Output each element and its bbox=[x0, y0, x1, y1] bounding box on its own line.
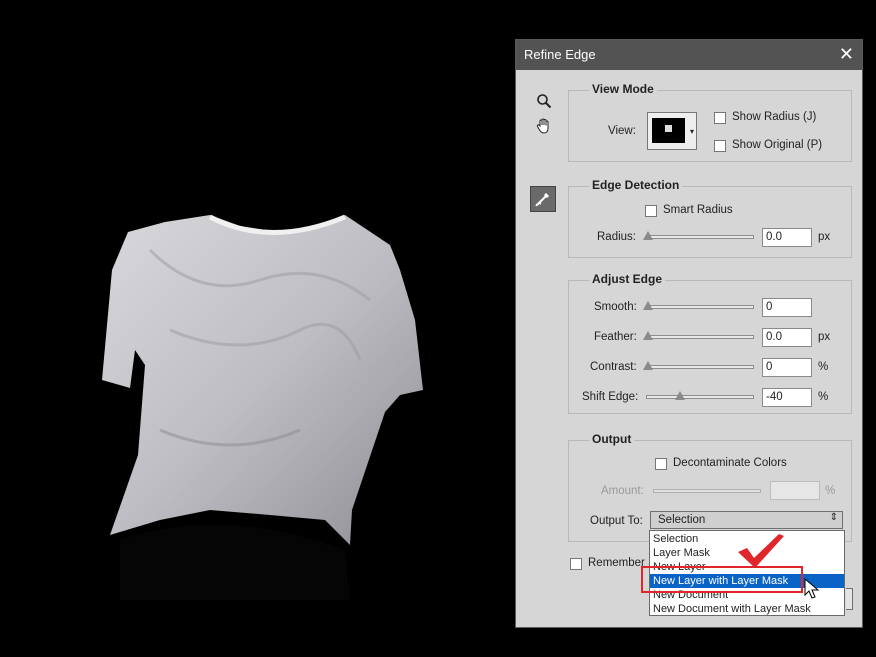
shift-edge-label: Shift Edge: bbox=[582, 391, 639, 403]
adjust-edge-title: Adjust Edge bbox=[589, 272, 666, 286]
tshirt-photo bbox=[102, 214, 423, 600]
output-to-label: Output To: bbox=[590, 515, 643, 527]
smart-radius-label: Smart Radius bbox=[663, 204, 733, 216]
contrast-slider[interactable] bbox=[643, 361, 754, 370]
chevron-down-icon: ▾ bbox=[689, 127, 694, 136]
contrast-label: Contrast: bbox=[590, 361, 637, 373]
amount-label: Amount: bbox=[601, 485, 644, 497]
shift-edge-unit: % bbox=[818, 391, 829, 403]
show-original-checkbox[interactable] bbox=[714, 140, 726, 152]
feather-slider[interactable] bbox=[643, 331, 754, 340]
adjust-edge-group: Adjust Edge Smooth: 0 Feather: 0.0 px Co… bbox=[568, 272, 852, 414]
contrast-input[interactable]: 0 bbox=[762, 358, 812, 377]
decontaminate-label: Decontaminate Colors bbox=[673, 457, 787, 469]
radius-slider-thumb[interactable] bbox=[643, 231, 653, 240]
edge-detection-title: Edge Detection bbox=[589, 178, 683, 192]
hand-tool-icon[interactable] bbox=[533, 115, 555, 137]
refine-radius-tool-icon[interactable] bbox=[530, 186, 556, 212]
shift-edge-slider[interactable] bbox=[646, 391, 754, 400]
option-new-document-with-layer-mask[interactable]: New Document with Layer Mask bbox=[650, 602, 844, 616]
view-mode-picker[interactable]: ▾ bbox=[647, 112, 697, 150]
output-group: Output Decontaminate Colors Amount: % Ou… bbox=[568, 432, 852, 542]
amount-unit: % bbox=[825, 485, 836, 497]
smooth-label: Smooth: bbox=[594, 301, 637, 313]
smooth-slider-thumb[interactable] bbox=[643, 301, 653, 310]
remember-settings-checkbox[interactable] bbox=[570, 558, 582, 570]
show-radius-label: Show Radius (J) bbox=[732, 111, 817, 123]
smart-radius-checkbox[interactable] bbox=[645, 205, 657, 217]
output-to-select[interactable]: Selection ⇕ bbox=[650, 511, 843, 529]
output-title: Output bbox=[589, 432, 635, 446]
dialog-titlebar: Refine Edge ✕ bbox=[516, 40, 862, 70]
shift-edge-slider-thumb[interactable] bbox=[675, 391, 685, 400]
view-thumbnail bbox=[652, 118, 685, 143]
view-mode-group: View Mode View: ▾ Show Radius (J) Show O… bbox=[568, 82, 852, 162]
view-label: View: bbox=[608, 125, 636, 137]
output-to-value: Selection bbox=[658, 514, 706, 526]
shift-edge-input[interactable]: -40 bbox=[762, 388, 812, 407]
contrast-slider-thumb[interactable] bbox=[643, 361, 653, 370]
updown-arrow-icon: ⇕ bbox=[829, 512, 838, 523]
show-original-label: Show Original (P) bbox=[732, 139, 823, 151]
checkmark-icon bbox=[738, 534, 784, 568]
amount-input bbox=[770, 481, 820, 500]
feather-label: Feather: bbox=[594, 331, 637, 343]
smooth-slider[interactable] bbox=[643, 301, 754, 310]
view-mode-title: View Mode bbox=[589, 82, 657, 96]
feather-input[interactable]: 0.0 bbox=[762, 328, 812, 347]
dialog-title: Refine Edge bbox=[524, 47, 596, 62]
image-canvas bbox=[0, 0, 515, 654]
feather-unit: px bbox=[818, 331, 831, 343]
edge-detection-group: Edge Detection Smart Radius Radius: 0.0 … bbox=[568, 178, 852, 258]
show-radius-checkbox[interactable] bbox=[714, 112, 726, 124]
decontaminate-checkbox[interactable] bbox=[655, 458, 667, 470]
amount-slider bbox=[653, 489, 761, 493]
radius-input[interactable]: 0.0 bbox=[762, 228, 812, 247]
ok-button-edge[interactable] bbox=[846, 588, 853, 610]
radius-label: Radius: bbox=[597, 231, 636, 243]
mouse-cursor-icon bbox=[804, 578, 820, 599]
contrast-unit: % bbox=[818, 361, 829, 373]
radius-slider[interactable] bbox=[643, 231, 754, 240]
close-icon[interactable]: ✕ bbox=[839, 44, 854, 64]
feather-slider-thumb[interactable] bbox=[643, 331, 653, 340]
zoom-tool-icon[interactable] bbox=[533, 90, 555, 112]
smooth-input[interactable]: 0 bbox=[762, 298, 812, 317]
radius-unit: px bbox=[818, 231, 831, 243]
